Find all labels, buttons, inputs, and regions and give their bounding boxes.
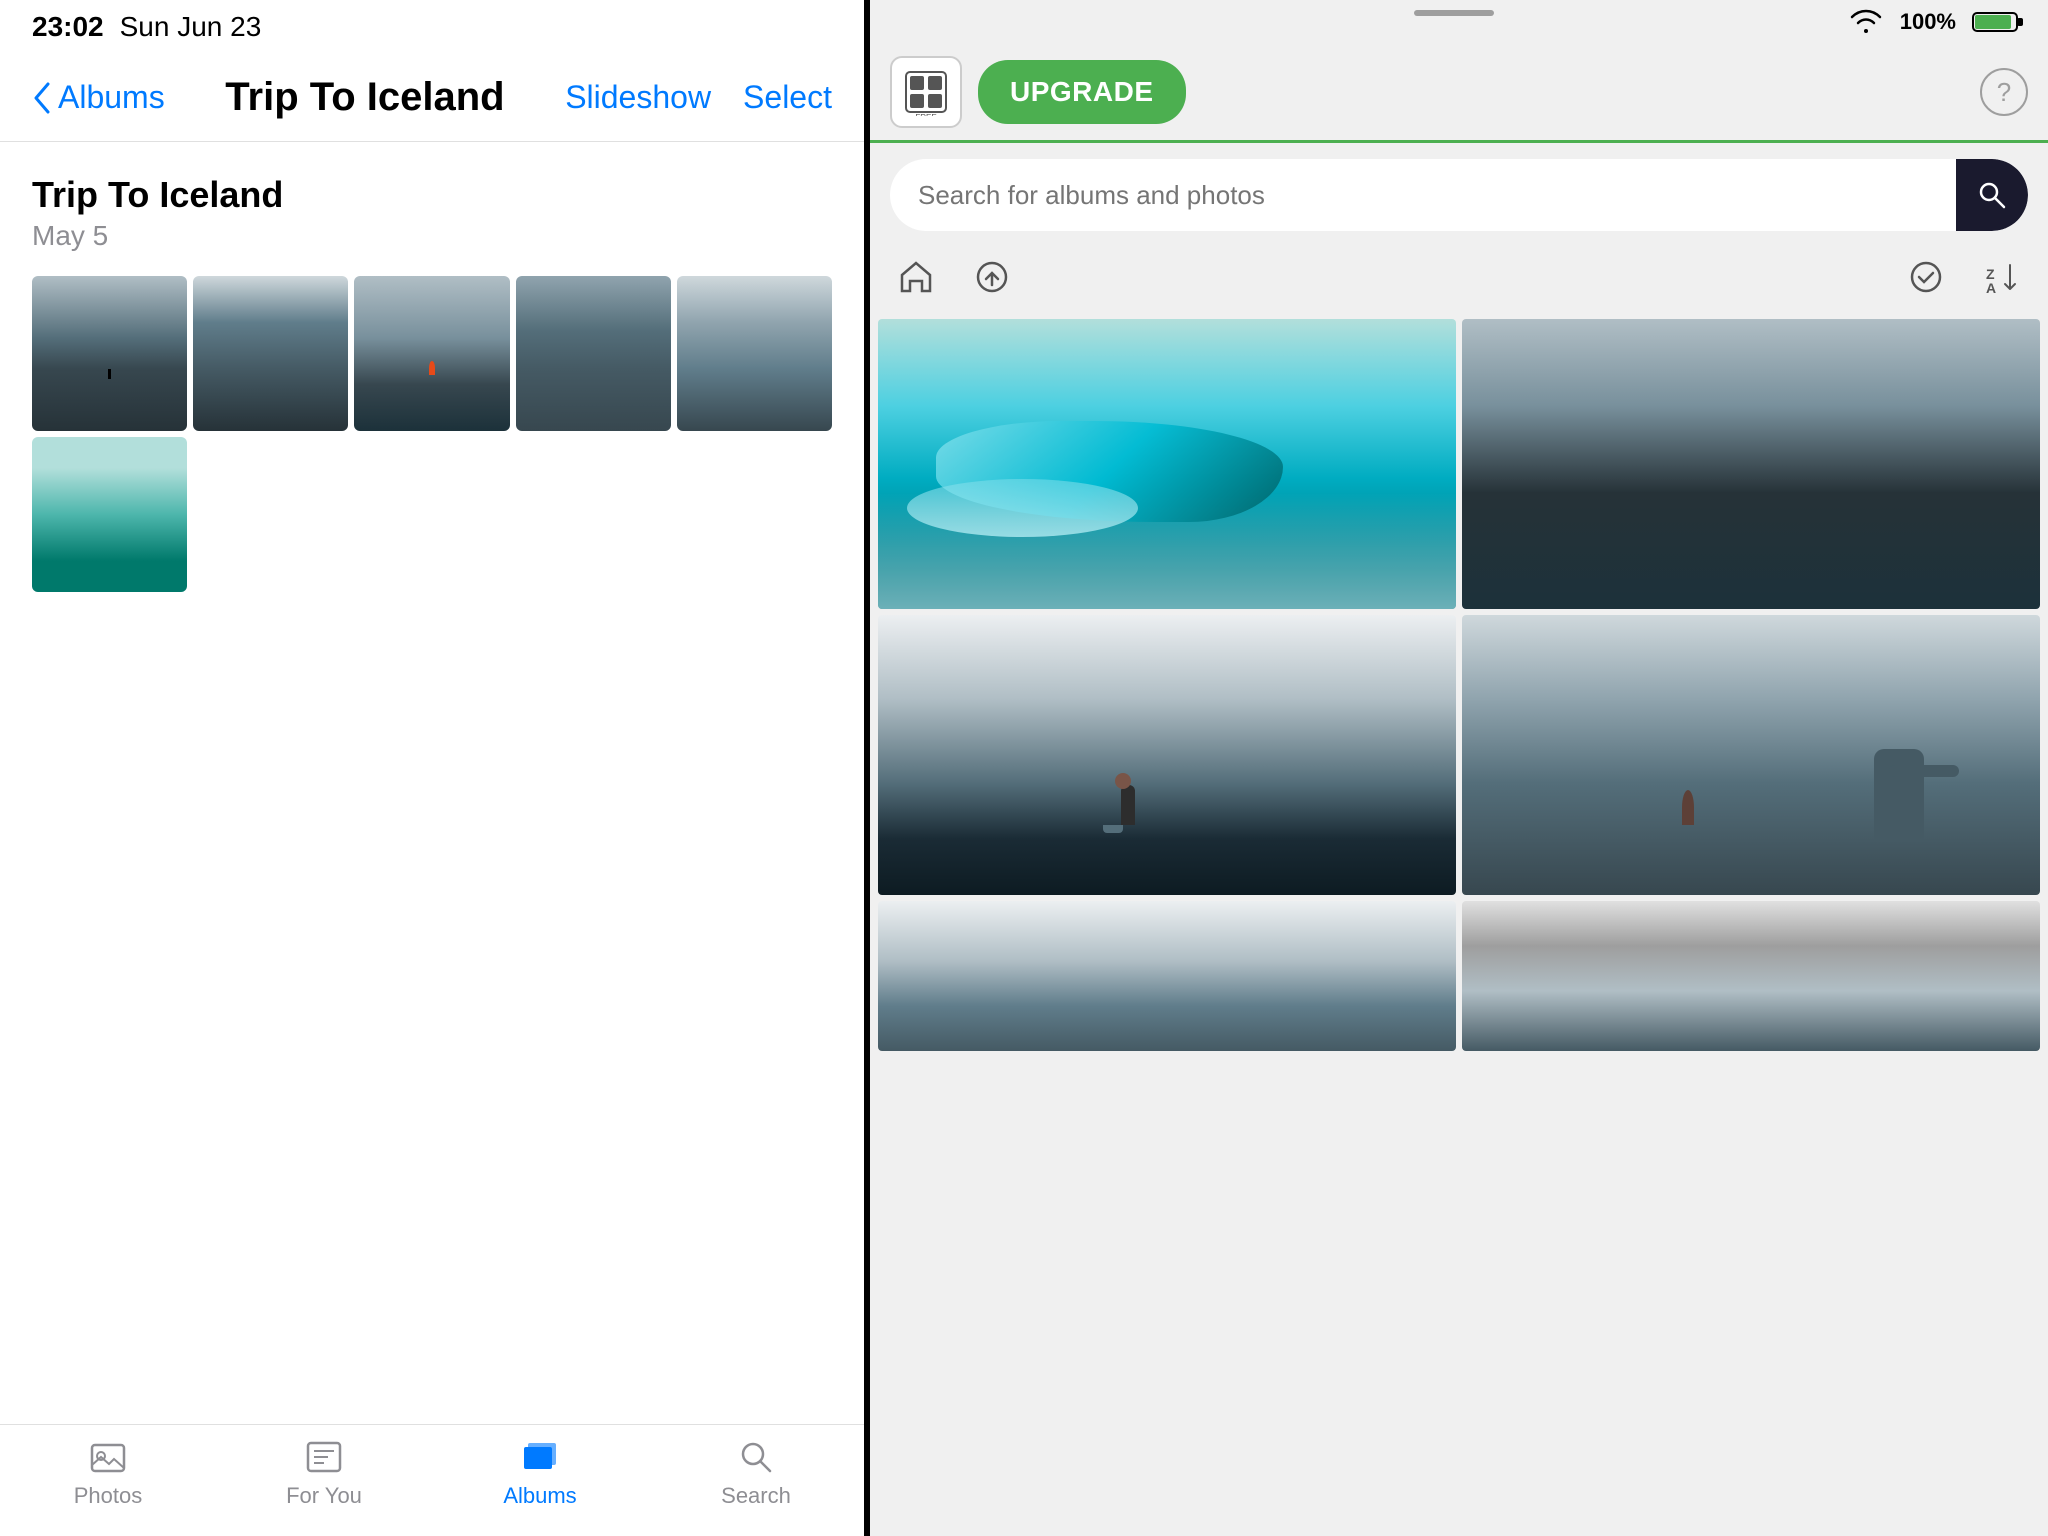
tab-search-label: Search	[721, 1483, 791, 1509]
photos-app-panel: 23:02 Sun Jun 23 Albums Trip To Iceland …	[0, 0, 864, 1536]
sort-za-icon[interactable]: Z A	[1980, 255, 2024, 299]
upload-icon[interactable]	[970, 255, 1014, 299]
photo-mosaic	[870, 315, 2048, 1536]
wifi-icon	[1848, 9, 1884, 35]
photo-thumb[interactable]	[677, 276, 832, 431]
svg-text:FREE: FREE	[915, 113, 936, 116]
content-area: Trip To Iceland May 5	[0, 142, 864, 1424]
tab-search[interactable]: Search	[676, 1437, 836, 1509]
search-input[interactable]	[890, 180, 1956, 211]
svg-text:A: A	[1986, 280, 1996, 296]
navigation-bar: Albums Trip To Iceland Slideshow Select	[0, 54, 864, 142]
status-time: 23:02	[32, 11, 104, 43]
back-label: Albums	[58, 79, 165, 116]
mosaic-photo[interactable]	[878, 319, 1456, 609]
status-date: Sun Jun 23	[120, 11, 262, 43]
album-date: May 5	[32, 220, 832, 252]
photos-tab-icon	[88, 1437, 128, 1477]
for-you-tab-icon	[304, 1437, 344, 1477]
photo-thumb[interactable]	[32, 276, 187, 431]
photo-thumb[interactable]	[516, 276, 671, 431]
mosaic-photo[interactable]	[1462, 319, 2040, 609]
battery-percent: 100%	[1900, 9, 1956, 35]
help-button[interactable]: ?	[1980, 68, 2028, 116]
slideshow-button[interactable]: Slideshow	[565, 79, 711, 116]
albums-tab-icon	[520, 1437, 560, 1477]
tab-for-you-label: For You	[286, 1483, 362, 1509]
nav-actions: Slideshow Select	[565, 79, 832, 116]
toolbar-left	[894, 255, 1014, 299]
tab-albums-label: Albums	[503, 1483, 576, 1509]
search-submit-button[interactable]	[1956, 159, 2028, 231]
app-header: FREE UPGRADE ?	[870, 44, 2048, 143]
photo-thumb[interactable]	[193, 276, 348, 431]
mosaic-row-2	[878, 615, 2040, 895]
tab-albums[interactable]: Albums	[460, 1437, 620, 1509]
page-title: Trip To Iceland	[225, 75, 504, 120]
upgrade-button[interactable]: UPGRADE	[978, 60, 1186, 124]
back-button[interactable]: Albums	[32, 79, 165, 116]
photo-thumb[interactable]	[354, 276, 509, 431]
drag-handle	[1414, 10, 1494, 16]
search-bar	[890, 159, 2028, 231]
mosaic-photo[interactable]	[878, 901, 1456, 1051]
search-tab-icon	[736, 1437, 776, 1477]
photo-grid-row-2	[32, 437, 832, 592]
toolbar-right: Z A	[1904, 255, 2024, 299]
select-button[interactable]: Select	[743, 79, 832, 116]
status-bar: 23:02 Sun Jun 23	[0, 0, 864, 54]
mosaic-photo[interactable]	[878, 615, 1456, 895]
tab-photos-label: Photos	[74, 1483, 143, 1509]
logo-icon: FREE	[902, 68, 950, 116]
app-logo: FREE	[890, 56, 962, 128]
tab-bar: Photos For You Albums	[0, 1424, 864, 1536]
tab-for-you[interactable]: For You	[244, 1437, 404, 1509]
right-status-bar: 100%	[870, 0, 2048, 44]
album-title: Trip To Iceland	[32, 174, 832, 216]
chevron-left-icon	[32, 82, 52, 114]
mosaic-row-1	[878, 319, 2040, 609]
mosaic-photo[interactable]	[1462, 615, 2040, 895]
album-header: Trip To Iceland May 5	[32, 174, 832, 252]
mosaic-row-3	[878, 901, 2040, 1051]
home-icon[interactable]	[894, 255, 938, 299]
photo-thumb[interactable]	[32, 437, 187, 592]
tab-photos[interactable]: Photos	[28, 1437, 188, 1509]
photo-manager-panel: 100% FREE UPGRADE ?	[870, 0, 2048, 1536]
battery-icon	[1972, 9, 2024, 35]
check-circle-icon[interactable]	[1904, 255, 1948, 299]
search-icon	[1976, 179, 2008, 211]
toolbar: Z A	[870, 247, 2048, 307]
mosaic-photo[interactable]	[1462, 901, 2040, 1051]
photo-grid-row-1	[32, 276, 832, 431]
